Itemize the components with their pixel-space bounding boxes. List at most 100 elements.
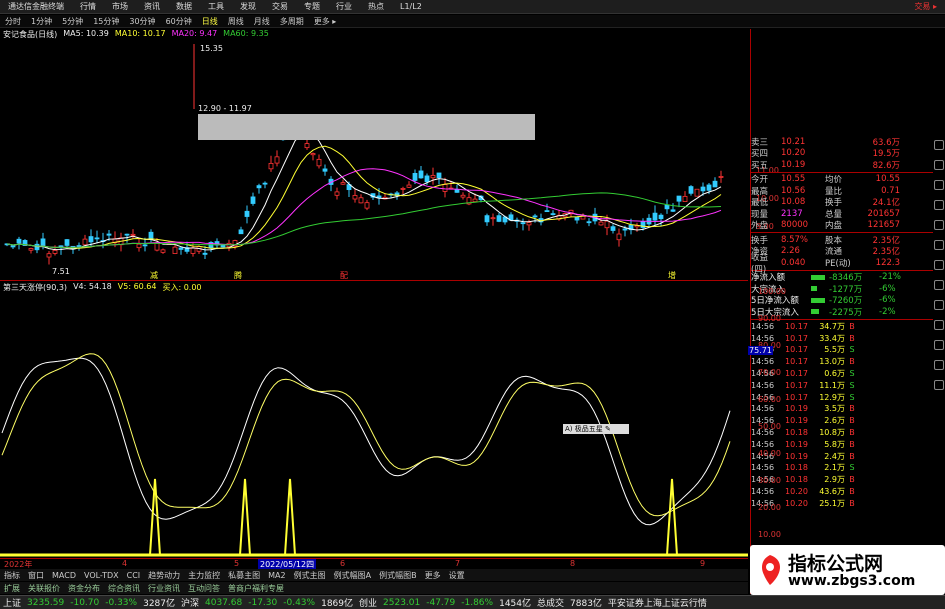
period-multi[interactable]: 多周期 xyxy=(275,16,309,27)
tab-9[interactable]: 例式主图 xyxy=(290,570,330,581)
indicator-name[interactable]: 第三天涨停(90,3) xyxy=(0,282,70,293)
tab-10[interactable]: 例式幅图A xyxy=(330,570,375,581)
ext-tab-3[interactable]: 综合资讯 xyxy=(104,583,144,594)
tab-2[interactable]: MACD xyxy=(48,571,80,580)
period-30m[interactable]: 30分钟 xyxy=(124,16,160,27)
low-price-label: 7.51 xyxy=(52,267,70,276)
candle-body xyxy=(364,202,370,209)
kline-chart[interactable] xyxy=(0,29,748,280)
ext-tab-4[interactable]: 行业资讯 xyxy=(144,583,184,594)
candle-body xyxy=(676,195,682,202)
period-more[interactable]: 更多 ▸ xyxy=(309,16,342,27)
menu-tools[interactable]: 工具 xyxy=(200,1,232,12)
menu-industry[interactable]: 行业 xyxy=(328,1,360,12)
tick-volume: 43.6万 xyxy=(819,487,845,497)
ext-tab-2[interactable]: 资金分布 xyxy=(64,583,104,594)
info-icon[interactable] xyxy=(934,340,944,350)
tab-7[interactable]: 私募主图 xyxy=(224,570,264,581)
period-5m[interactable]: 5分钟 xyxy=(57,16,88,27)
menu-topic[interactable]: 专题 xyxy=(296,1,328,12)
selection-box[interactable] xyxy=(198,114,535,140)
period-1m[interactable]: 1分钟 xyxy=(26,16,57,27)
period-day[interactable]: 日线 xyxy=(197,16,223,27)
candle-body xyxy=(340,182,346,185)
idx-hs-label[interactable]: 沪深 xyxy=(178,596,202,609)
ext-tab-6[interactable]: 普商户福利专屋 xyxy=(224,583,288,594)
tick-price: 10.19 xyxy=(785,404,808,414)
menu-trade[interactable]: 交易 xyxy=(264,1,296,12)
candle-body xyxy=(694,188,700,197)
candle-body xyxy=(76,245,82,247)
tab-1[interactable]: 窗口 xyxy=(24,570,48,581)
tick-side: B xyxy=(849,451,855,461)
idx-cy-label[interactable]: 创业 xyxy=(356,596,380,609)
grid-icon[interactable] xyxy=(934,260,944,270)
app-title: 通达信金融终端 xyxy=(8,2,64,11)
menu-hq[interactable]: 行情 xyxy=(72,1,104,12)
ext-tab-1[interactable]: 关联报价 xyxy=(24,583,64,594)
tick-price: 10.18 xyxy=(785,463,808,473)
indicator-chart[interactable] xyxy=(0,293,748,557)
candle-body xyxy=(274,156,280,164)
tab-13[interactable]: 设置 xyxy=(445,570,469,581)
candle-body xyxy=(670,209,676,212)
candle-body xyxy=(268,162,274,170)
news-icon[interactable] xyxy=(934,140,944,150)
bell-icon[interactable] xyxy=(934,280,944,290)
menu-news[interactable]: 资讯 xyxy=(136,1,168,12)
candle-body xyxy=(658,214,664,220)
period-15m[interactable]: 15分钟 xyxy=(88,16,124,27)
rsi-icon[interactable] xyxy=(934,220,944,230)
tab-0[interactable]: 指标 xyxy=(0,570,24,581)
menu-market[interactable]: 市场 xyxy=(104,1,136,12)
period-week[interactable]: 周线 xyxy=(223,16,249,27)
tab-11[interactable]: 例式幅图B xyxy=(375,570,421,581)
idx-sh-label[interactable]: 上证 xyxy=(0,596,24,609)
tab-4[interactable]: CCI xyxy=(123,571,145,580)
ext-tab-5[interactable]: 互动问答 xyxy=(184,583,224,594)
date-col-5: 5 xyxy=(234,559,240,568)
tool-icon[interactable] xyxy=(934,320,944,330)
menu-l1l2[interactable]: L1/L2 xyxy=(392,2,430,11)
candle-body xyxy=(664,204,670,210)
tab-12[interactable]: 更多 xyxy=(421,570,445,581)
menu-discover[interactable]: 发现 xyxy=(232,1,264,12)
tick-volume: 34.7万 xyxy=(819,321,845,331)
tick-price: 10.19 xyxy=(785,451,808,461)
trade-button[interactable]: 交易 ▸ xyxy=(906,1,945,12)
buy-signal-spike xyxy=(666,478,678,556)
candle-body xyxy=(574,216,580,221)
menu-data[interactable]: 数据 xyxy=(168,1,200,12)
idx-sh-chg: -10.70 xyxy=(70,597,100,608)
tick-side: B xyxy=(849,487,855,497)
tick-volume: 2.1万 xyxy=(824,463,845,473)
indicator-scale-tick: 90.00 xyxy=(758,314,781,323)
pane-divider[interactable] xyxy=(0,280,748,281)
star-icon[interactable] xyxy=(934,240,944,250)
tab-6[interactable]: 主力监控 xyxy=(184,570,224,581)
candle-body xyxy=(172,246,178,254)
period-month[interactable]: 月线 xyxy=(249,16,275,27)
period-fenshi[interactable]: 分时 xyxy=(0,16,26,27)
tab-3[interactable]: VOL-TDX xyxy=(80,571,123,580)
title-bar: 通达信金融终端 行情 市场 资讯 数据 工具 发现 交易 专题 行业 热点 L1… xyxy=(0,0,945,14)
stat-row: 今开 10.55 均价 10.55 xyxy=(751,174,900,186)
gear-icon[interactable] xyxy=(934,200,944,210)
menu-hot[interactable]: 热点 xyxy=(360,1,392,12)
buy-signal-spike xyxy=(149,478,161,556)
period-60m[interactable]: 60分钟 xyxy=(161,16,197,27)
tab-8[interactable]: MA2 xyxy=(264,571,289,580)
tick-side: S xyxy=(849,369,855,379)
list-icon[interactable] xyxy=(934,180,944,190)
high-price-label: 15.35 xyxy=(200,44,223,53)
tab-5[interactable]: 趋势动力 xyxy=(144,570,184,581)
ext-tab-0[interactable]: 扩展 xyxy=(0,583,24,594)
chart-icon[interactable] xyxy=(934,160,944,170)
menu-icon[interactable] xyxy=(934,360,944,370)
user-icon[interactable] xyxy=(934,300,944,310)
candle-body xyxy=(250,196,256,204)
tick-side: B xyxy=(849,357,855,367)
candle-body xyxy=(532,215,538,218)
candle-body xyxy=(418,170,424,179)
more-icon[interactable] xyxy=(934,380,944,390)
